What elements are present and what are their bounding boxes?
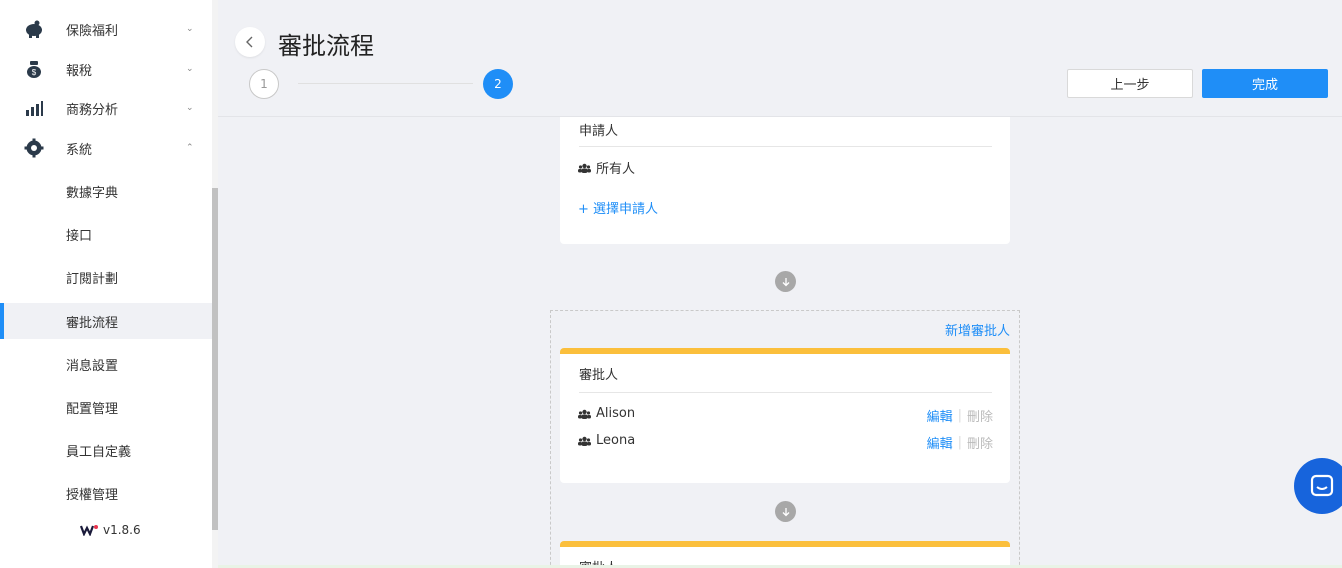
sidebar-item-data-dictionary[interactable]: 數據字典 xyxy=(0,173,212,209)
chevron-down-icon: ⌄ xyxy=(186,64,194,74)
sidebar-item-interface[interactable]: 接口 xyxy=(0,216,212,252)
sidebar-item-employee-custom[interactable]: 員工自定義 xyxy=(0,432,212,468)
edit-button[interactable]: 編輯 xyxy=(927,406,953,425)
chevron-up-icon: ⌃ xyxy=(186,143,194,153)
applicant-name: 所有人 xyxy=(596,162,636,177)
users-icon xyxy=(578,409,591,419)
sidebar-item-label: 員工自定義 xyxy=(66,444,132,460)
separator: | xyxy=(957,435,962,450)
divider xyxy=(579,146,992,147)
users-icon xyxy=(578,163,591,173)
sidebar-scrollbar-thumb[interactable] xyxy=(212,188,218,530)
nav-group-label: 系統 xyxy=(66,142,93,158)
chevron-down-icon: ⌄ xyxy=(186,24,194,34)
approver-card: 審批人 xyxy=(560,541,1010,568)
delete-button[interactable]: 刪除 xyxy=(967,406,993,425)
sidebar: 保險福利 ⌄ $ 報稅 ⌄ 商務分析 ⌄ 系統 ⌃ 數據字典 接口 訂閱計劃 審… xyxy=(0,0,212,568)
users-icon xyxy=(578,436,591,446)
sidebar-item-label: 訂閱計劃 xyxy=(66,271,119,287)
sidebar-item-label: 數據字典 xyxy=(66,185,119,201)
sidebar-item-label: 消息設置 xyxy=(66,358,119,374)
nav-group-tax[interactable]: $ 報稅 ⌄ xyxy=(0,49,212,89)
step-connector xyxy=(298,83,473,84)
sidebar-item-authorization[interactable]: 授權管理 xyxy=(0,475,212,511)
sidebar-item-label: 接口 xyxy=(66,228,93,244)
sidebar-item-message-settings[interactable]: 消息設置 xyxy=(0,346,212,382)
money-bag-icon: $ xyxy=(27,61,41,78)
approver-card: 審批人 Alison 編輯 | 刪除 Leona 編輯 | 刪除 xyxy=(560,348,1010,483)
svg-text:$: $ xyxy=(32,68,37,77)
approver-name: Alison xyxy=(596,406,636,421)
step-2[interactable]: 2 xyxy=(483,69,513,99)
step-1[interactable]: 1 xyxy=(249,69,279,99)
sidebar-item-label: 配置管理 xyxy=(66,401,119,417)
applicant-title: 申請人 xyxy=(579,124,619,139)
delete-button[interactable]: 刪除 xyxy=(967,433,993,452)
version-info: v1.8.6 xyxy=(80,523,141,537)
nav-group-insurance[interactable]: 保險福利 ⌄ xyxy=(0,9,212,49)
add-approver-link[interactable]: 新增審批人 xyxy=(945,320,1010,339)
approver-title: 審批人 xyxy=(579,368,619,383)
chevron-left-icon xyxy=(246,36,253,48)
gear-icon xyxy=(24,138,44,158)
separator: | xyxy=(957,408,962,423)
sidebar-item-label: 審批流程 xyxy=(66,315,119,331)
applicant-row: 所有人 xyxy=(578,158,635,177)
sidebar-item-label: 授權管理 xyxy=(66,487,119,503)
chevron-down-icon: ⌄ xyxy=(186,103,194,113)
done-button[interactable]: 完成 xyxy=(1202,69,1328,98)
approver-actions: 編輯 | 刪除 xyxy=(927,433,993,452)
nav-group-label: 保險福利 xyxy=(66,23,119,39)
chat-button[interactable] xyxy=(1294,458,1342,514)
approver-row: Leona xyxy=(578,433,635,448)
page-title: 審批流程 xyxy=(278,32,374,60)
select-applicant-link[interactable]: + 選擇申請人 xyxy=(578,198,658,217)
page-header: 審批流程 1 2 上一步 完成 xyxy=(218,0,1342,117)
back-button[interactable] xyxy=(235,27,265,57)
previous-step-button[interactable]: 上一步 xyxy=(1067,69,1193,98)
nav-group-business-analysis[interactable]: 商務分析 ⌄ xyxy=(0,88,212,128)
applicant-card: 申請人 所有人 + 選擇申請人 xyxy=(560,117,1010,244)
chat-icon xyxy=(1310,474,1334,497)
arrow-down-icon xyxy=(775,501,796,522)
sidebar-item-approval-flow[interactable]: 審批流程 xyxy=(0,303,212,339)
approver-name: Leona xyxy=(596,433,636,448)
nav-group-label: 報稅 xyxy=(66,63,93,79)
arrow-down-icon xyxy=(775,271,796,292)
sidebar-item-config[interactable]: 配置管理 xyxy=(0,389,212,425)
piggy-bank-icon xyxy=(26,20,42,38)
approver-actions: 編輯 | 刪除 xyxy=(927,406,993,425)
nav-group-label: 商務分析 xyxy=(66,102,119,118)
nav-group-system[interactable]: 系統 ⌃ xyxy=(0,128,212,168)
sidebar-item-subscription[interactable]: 訂閱計劃 xyxy=(0,259,212,295)
edit-button[interactable]: 編輯 xyxy=(927,433,953,452)
brand-logo-icon xyxy=(80,525,98,536)
version-label: v1.8.6 xyxy=(103,523,141,537)
divider xyxy=(579,392,992,393)
approver-row: Alison xyxy=(578,406,635,421)
bar-chart-icon xyxy=(26,101,43,116)
